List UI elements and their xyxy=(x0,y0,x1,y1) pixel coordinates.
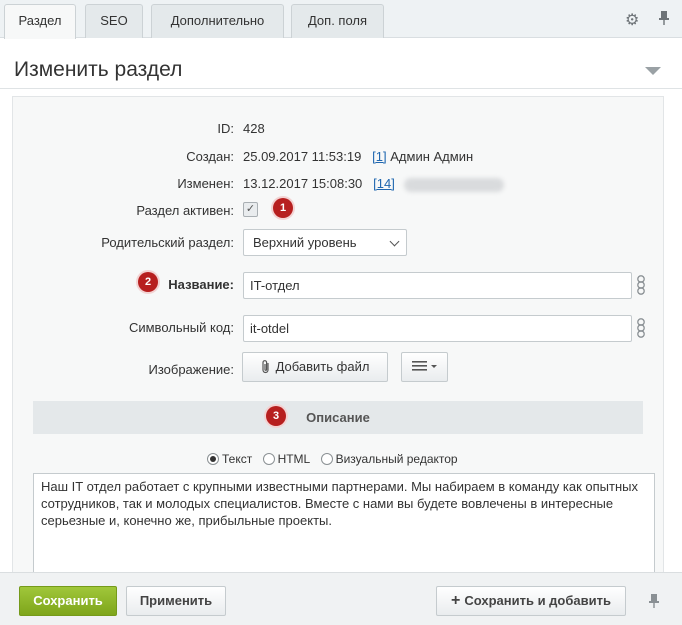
footer-toolbar: Сохранить Применить + Сохранить и добавит… xyxy=(0,572,682,625)
id-label: ID: xyxy=(217,121,234,136)
tab-extra-fields[interactable]: Доп. поля xyxy=(291,4,384,38)
save-button[interactable]: Сохранить xyxy=(19,586,117,616)
parent-label: Родительский раздел: xyxy=(101,235,234,250)
tabs-bar: Раздел SEO Дополнительно Доп. поля ⚙ xyxy=(0,0,682,39)
modified-user-link[interactable]: [14] xyxy=(373,176,395,191)
code-label: Символьный код: xyxy=(128,320,234,335)
name-label: Название: xyxy=(168,277,234,292)
id-value: 428 xyxy=(243,121,265,136)
modified-info: 13.12.2017 15:08:30 [14] xyxy=(243,176,505,192)
mode-html-option[interactable]: HTML xyxy=(262,452,310,466)
active-checkbox[interactable]: ✓ xyxy=(243,202,258,217)
menu-icon xyxy=(411,354,438,382)
chevron-down-icon[interactable] xyxy=(645,67,661,75)
radio-icon xyxy=(262,453,275,465)
created-info: 25.09.2017 11:53:19 [1] Админ Админ xyxy=(243,149,473,164)
created-label: Создан: xyxy=(186,149,234,164)
created-user-link[interactable]: [1] xyxy=(372,149,386,164)
parent-section-select[interactable]: Верхний уровень xyxy=(243,229,407,256)
redacted-user-name xyxy=(404,177,505,192)
pin-icon[interactable] xyxy=(648,593,660,612)
add-file-label: Добавить файл xyxy=(275,359,370,374)
callout-badge-2: 2 xyxy=(138,272,158,292)
apply-button[interactable]: Применить xyxy=(126,586,226,616)
mode-text-option[interactable]: Текст xyxy=(207,452,252,466)
paperclip-icon xyxy=(261,356,271,384)
tab-additional[interactable]: Дополнительно xyxy=(151,4,284,38)
save-and-add-button[interactable]: + Сохранить и добавить xyxy=(436,586,626,616)
chain-link-icon[interactable] xyxy=(636,274,646,299)
radio-selected-icon xyxy=(207,453,219,465)
callout-badge-1: 1 xyxy=(273,198,293,218)
active-label: Раздел активен: xyxy=(136,203,234,218)
name-input[interactable]: IT-отдел xyxy=(243,272,632,299)
description-title: Описание xyxy=(306,410,370,425)
page-title: Изменить раздел xyxy=(14,58,183,81)
created-user-name: Админ Админ xyxy=(390,149,474,164)
tab-seo[interactable]: SEO xyxy=(85,4,143,38)
mode-visual-editor-option[interactable]: Визуальный редактор xyxy=(320,452,458,466)
description-section-header[interactable]: Описание xyxy=(33,401,643,434)
tab-section[interactable]: Раздел xyxy=(4,4,76,39)
gear-icon[interactable]: ⚙ xyxy=(625,10,639,30)
chevron-down-icon xyxy=(389,236,400,247)
header-divider xyxy=(0,88,682,89)
created-date: 25.09.2017 11:53:19 xyxy=(243,149,362,164)
image-label: Изображение: xyxy=(148,362,234,377)
radio-icon xyxy=(320,453,333,465)
chain-link-icon[interactable] xyxy=(636,317,646,342)
editor-mode-radio-group: Текст HTML Визуальный редактор xyxy=(207,452,465,466)
modified-label: Изменен: xyxy=(177,176,234,191)
file-menu-button[interactable] xyxy=(401,352,448,382)
add-file-button[interactable]: Добавить файл xyxy=(242,352,388,382)
modified-date: 13.12.2017 15:08:30 xyxy=(243,176,363,191)
description-textarea[interactable]: Наш IT отдел работает с крупными известн… xyxy=(33,473,655,583)
plus-icon: + xyxy=(451,592,461,609)
callout-badge-3: 3 xyxy=(266,406,286,426)
pin-icon[interactable] xyxy=(658,10,670,31)
code-input[interactable]: it-otdel xyxy=(243,315,632,342)
parent-section-value: Верхний уровень xyxy=(253,235,357,250)
